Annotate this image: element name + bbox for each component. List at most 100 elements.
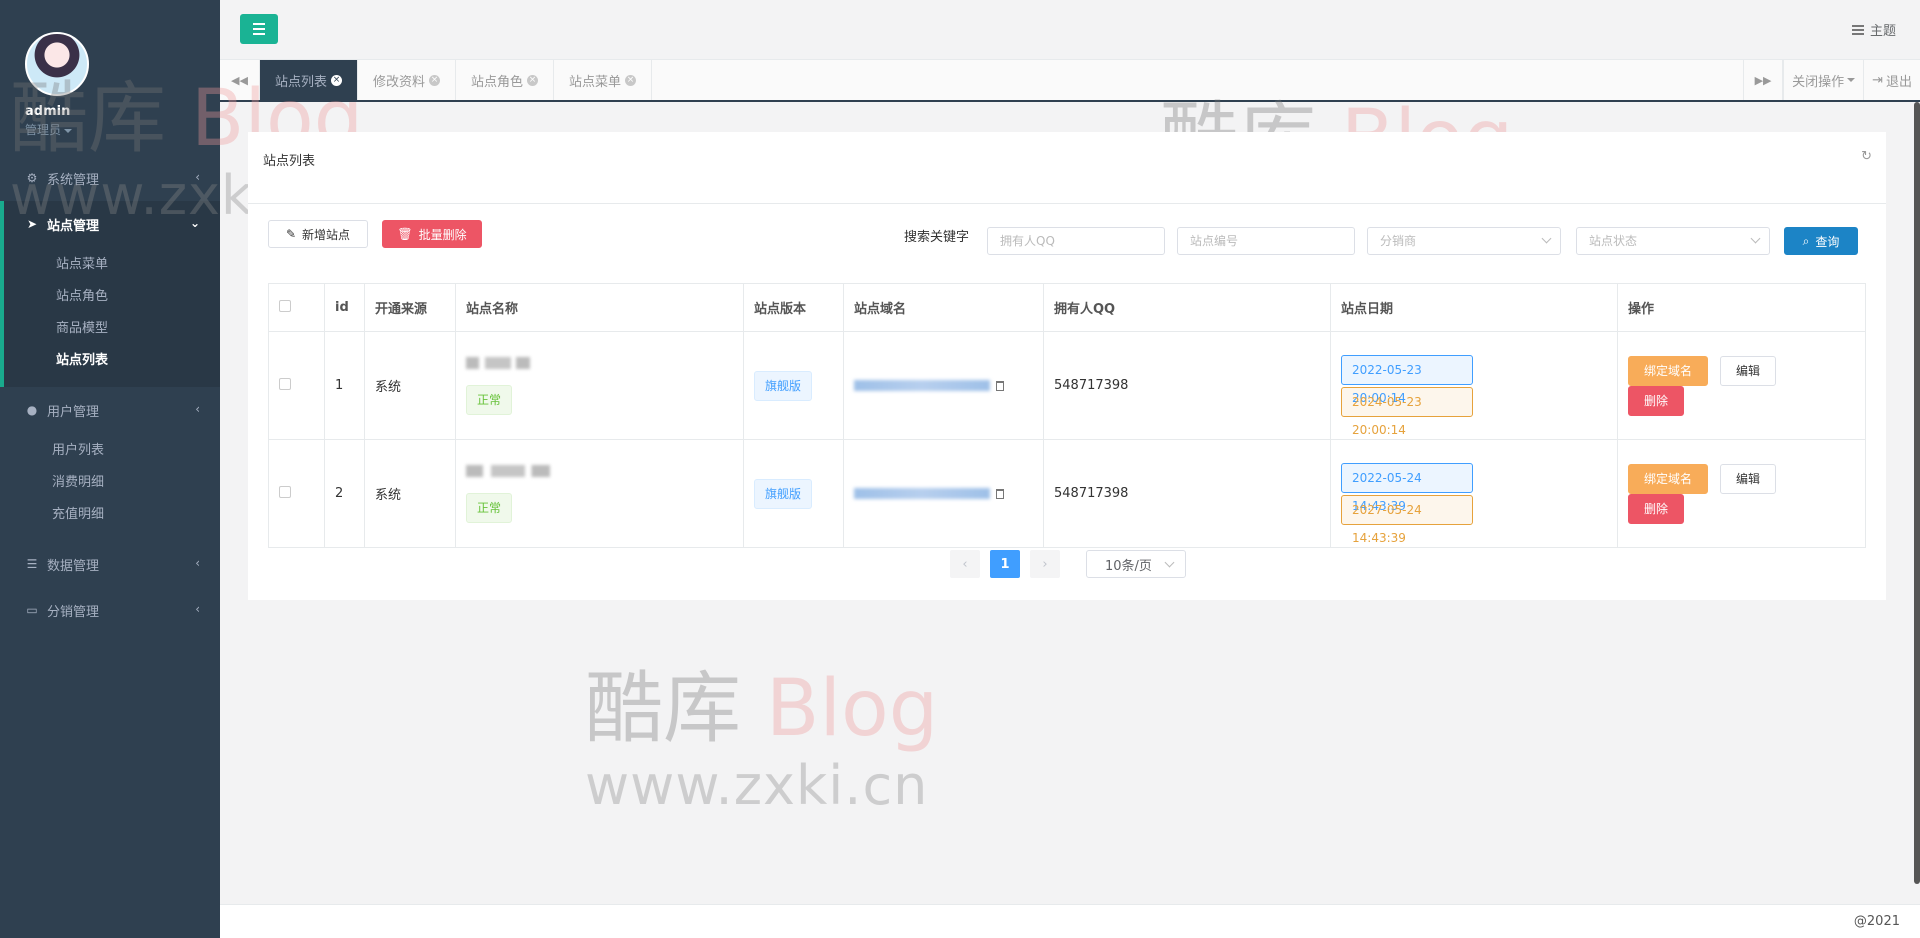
user-profile: admin 管理员 [0, 0, 220, 155]
logout-button[interactable]: ⇥ 退出 [1863, 60, 1920, 100]
delete-button[interactable]: 删除 [1628, 493, 1684, 524]
logout-icon: ⇥ [1872, 72, 1883, 88]
chevron-left-icon: ‹ [195, 402, 200, 416]
menu-toggle-button[interactable] [240, 14, 278, 44]
search-label: 搜索关键字 [904, 230, 970, 245]
page-size-label: 10条/页 [1105, 558, 1152, 574]
close-icon[interactable]: × [527, 74, 539, 86]
add-site-label: 新增站点 [302, 227, 351, 242]
prev-page-button[interactable]: ‹ [950, 550, 980, 578]
pagination: ‹ 1 › 10条/页 [950, 550, 1186, 578]
site-name-redacted [466, 356, 530, 369]
tab-edit-profile[interactable]: 修改资料 × [358, 60, 457, 100]
column-header[interactable]: id [324, 283, 365, 332]
next-page-button[interactable]: › [1030, 550, 1060, 578]
domain-link-redacted[interactable] [854, 380, 990, 391]
tab-site-role[interactable]: 站点角色 × [456, 60, 555, 100]
distributor-placeholder: 分销商 [1380, 234, 1417, 248]
submenu-item-user-list[interactable]: 用户列表 [0, 435, 220, 467]
submenu-item-consume-detail[interactable]: 消费明细 [0, 467, 220, 499]
close-operations-dropdown[interactable]: 关闭操作 [1783, 60, 1863, 100]
row-checkbox[interactable] [279, 377, 291, 390]
watermark-text: 酷库 [585, 664, 742, 754]
submenu-item-site-role[interactable]: 站点角色 [4, 281, 220, 313]
close-icon[interactable]: × [429, 74, 441, 86]
table-header-row: id 开通来源 站点名称 站点版本 站点域名 拥有人QQ 站点日期 操作 [268, 283, 1866, 332]
vertical-scrollbar[interactable] [1914, 102, 1920, 884]
sidebar-item-label: 数据管理 [47, 558, 100, 574]
query-button[interactable]: ⌕ 查询 [1784, 227, 1858, 255]
sidebar-item-users[interactable]: ● 用户管理 ‹ [0, 387, 220, 433]
search-icon: ⌕ [1802, 233, 1810, 248]
version-badge: 旗舰版 [754, 478, 813, 509]
version-badge: 旗舰版 [754, 370, 813, 401]
avatar[interactable] [25, 32, 89, 96]
column-header[interactable]: 站点版本 [743, 283, 844, 332]
theme-icon [1851, 24, 1864, 35]
close-icon[interactable]: × [331, 74, 343, 86]
copy-icon[interactable] [996, 380, 1004, 391]
add-site-button[interactable]: ✎ 新增站点 [268, 220, 368, 248]
sidebar-item-data[interactable]: ☰ 数据管理 ‹ [0, 541, 220, 587]
owner-qq-input[interactable]: 拥有人QQ [987, 227, 1165, 255]
theme-label: 主题 [1869, 24, 1896, 39]
site-status-placeholder: 站点状态 [1589, 234, 1638, 248]
tab-label: 修改资料 [373, 74, 426, 90]
chevron-down-icon: ⌄ [189, 216, 200, 230]
submenu-users: 用户列表 消费明细 充值明细 [0, 433, 220, 541]
submenu-item-recharge-detail[interactable]: 充值明细 [0, 499, 220, 531]
edit-icon: ✎ [285, 227, 297, 241]
watermark: 酷库 Blog www.zxki.cn [585, 670, 938, 817]
column-header[interactable]: 开通来源 [364, 283, 456, 332]
domain-link-redacted[interactable] [854, 488, 990, 499]
tabs-scroll-right-button[interactable]: ▶▶ [1743, 60, 1784, 100]
chevron-left-icon: ‹ [195, 170, 200, 184]
chevron-down-icon [1164, 557, 1175, 568]
top-navbar: 主题 [220, 0, 1920, 60]
row-checkbox[interactable] [279, 485, 291, 498]
refresh-icon[interactable]: ↻ [1861, 149, 1872, 164]
submenu-item-product-model[interactable]: 商品模型 [4, 313, 220, 345]
user-icon: ● [26, 403, 38, 417]
column-header[interactable]: 操作 [1617, 283, 1866, 332]
trash-icon: 🗑 [397, 227, 413, 241]
tab-label: 站点菜单 [569, 74, 622, 90]
column-header[interactable]: 站点名称 [455, 283, 744, 332]
theme-link[interactable]: 主题 [1851, 20, 1896, 39]
delete-button[interactable]: 删除 [1628, 385, 1684, 416]
end-date-badge: 2027-05-24 14:43:39 [1341, 494, 1473, 545]
page-number-button[interactable]: 1 [990, 550, 1020, 578]
tab-site-menu[interactable]: 站点菜单 × [554, 60, 653, 100]
sidebar-item-distribution[interactable]: ▭ 分销管理 ‹ [0, 587, 220, 633]
column-header[interactable]: 拥有人QQ [1043, 283, 1331, 332]
sidebar-item-system[interactable]: ⚙ 系统管理 ‹ [0, 155, 220, 201]
site-status-select[interactable]: 站点状态 [1576, 227, 1770, 255]
sidebar-item-sites[interactable]: ➤ 站点管理 ⌄ [4, 201, 220, 247]
bind-domain-button[interactable]: 绑定域名 [1628, 463, 1708, 494]
sidebar: admin 管理员 ⚙ 系统管理 ‹ ➤ 站点管理 ⌄ 站点菜单 站点角色 商品… [0, 0, 220, 938]
sidebar-item-label: 分销管理 [47, 604, 100, 620]
batch-delete-button[interactable]: 🗑 批量删除 [382, 220, 482, 248]
start-date-badge: 2022-05-24 14:43:39 [1341, 462, 1473, 513]
tab-site-list[interactable]: 站点列表 × [260, 60, 359, 100]
tabs-scroll-left-button[interactable]: ◀◀ [220, 60, 260, 100]
profile-role-dropdown[interactable]: 管理员 [25, 121, 220, 138]
submenu-item-site-list[interactable]: 站点列表 [4, 345, 220, 377]
row-id: 2 [324, 439, 365, 548]
table-row: 1 系统 正常 旗舰版 548717398 2022-05-23 20:00:1… [268, 331, 1866, 440]
distributor-select[interactable]: 分销商 [1367, 227, 1561, 255]
profile-role-label: 管理员 [25, 123, 62, 137]
end-date-badge: 2024-05-23 20:00:14 [1341, 386, 1473, 437]
column-header[interactable]: 站点日期 [1330, 283, 1618, 332]
column-header[interactable]: 站点域名 [843, 283, 1044, 332]
bind-domain-button[interactable]: 绑定域名 [1628, 355, 1708, 386]
close-icon[interactable]: × [625, 74, 637, 86]
select-all-checkbox[interactable] [279, 299, 291, 312]
edit-button[interactable]: 编辑 [1720, 463, 1776, 494]
copy-icon[interactable] [996, 488, 1004, 499]
site-id-input[interactable]: 站点编号 [1177, 227, 1355, 255]
submenu-item-site-menu[interactable]: 站点菜单 [4, 249, 220, 281]
submenu-sites: 站点菜单 站点角色 商品模型 站点列表 [4, 247, 220, 387]
edit-button[interactable]: 编辑 [1720, 355, 1776, 386]
page-size-select[interactable]: 10条/页 [1086, 550, 1186, 578]
